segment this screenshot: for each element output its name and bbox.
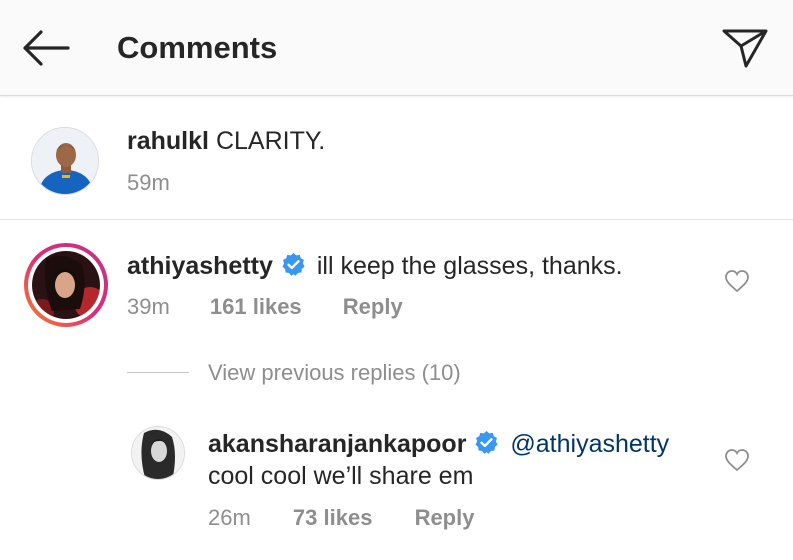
heart-icon [725,449,749,472]
back-button[interactable] [20,27,72,69]
reply-line-1: akansharanjankapoor @athiyashetty [208,430,669,462]
reply-username[interactable]: akansharanjankapoor [208,430,466,458]
comment-text: ill keep the glasses, thanks. [316,252,623,280]
page-title: Comments [117,30,278,65]
caption-avatar[interactable] [31,127,99,195]
divider [0,219,793,220]
caption-timestamp: 59m [127,170,170,195]
arrow-left-icon [23,30,70,66]
comment-like-button[interactable] [724,269,750,298]
reply-like-button[interactable] [724,448,750,477]
comment-line: athiyashetty ill keep the glasses, thank… [127,252,623,284]
view-previous-replies-button[interactable]: View previous replies (10) [208,360,461,386]
comment-likes-count[interactable]: 161 likes [210,294,302,320]
caption-line: rahulkl CLARITY. [127,127,325,156]
comment-meta: 39m 161 likes Reply [127,294,403,320]
reply-reply-button[interactable]: Reply [415,505,475,531]
verified-badge-icon [474,430,499,462]
send-direct-icon [722,29,768,68]
verified-badge-icon [281,252,306,284]
reply-timestamp: 26m [208,505,251,530]
reply-avatar[interactable] [131,426,185,480]
reply-likes-count[interactable]: 73 likes [293,505,373,531]
comment-username[interactable]: athiyashetty [127,252,273,280]
comment-avatar [32,251,100,319]
reply-meta: 26m 73 likes Reply [208,505,474,531]
caption-text: CLARITY. [215,127,326,155]
caption-username[interactable]: rahulkl [127,127,209,155]
comments-header: Comments [0,0,793,96]
share-button[interactable] [720,25,770,71]
comment-timestamp: 39m [127,294,170,319]
comment-reply-button[interactable]: Reply [343,294,403,320]
reply-mention-link[interactable]: @athiyashetty [510,430,669,458]
view-replies-line [127,372,189,373]
caption-meta: 59m [127,170,170,196]
heart-icon [725,270,749,293]
comment-avatar-story-ring[interactable] [24,243,108,327]
reply-text: cool cool we’ll share em [208,462,474,490]
